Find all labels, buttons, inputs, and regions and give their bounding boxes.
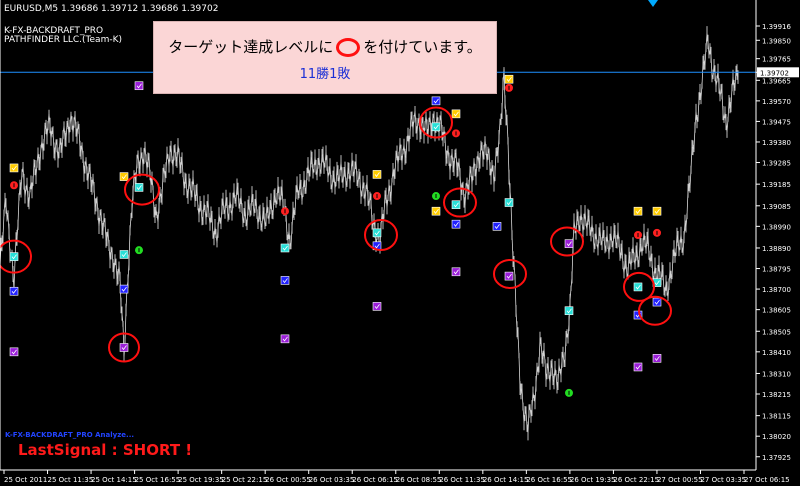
blue-signal-box xyxy=(451,219,461,229)
y-tick-label: 1.38605 xyxy=(762,307,791,315)
x-tick-label: 26 Oct 08:55 xyxy=(396,476,442,484)
x-tick-label: 27 Oct 00:55 xyxy=(657,476,703,484)
y-tick-label: 1.39765 xyxy=(762,56,791,64)
blue-signal-box xyxy=(280,276,290,285)
y-tick-label: 1.38505 xyxy=(762,328,791,336)
circle-sample-icon xyxy=(336,38,361,57)
y-tick-label: 1.38215 xyxy=(762,391,791,399)
x-tick-label: 26 Oct 22:15 xyxy=(613,476,659,484)
y-tick-label: 1.38795 xyxy=(762,266,791,274)
notice-box: ターゲット達成レベルに を付けています。 11勝1敗 xyxy=(153,21,497,94)
y-tick-label: 1.37925 xyxy=(762,454,791,462)
y-tick-label: 1.39665 xyxy=(762,77,791,85)
current-price-label: 1.39702 xyxy=(760,69,789,77)
notice-line1: ターゲット達成レベルに を付けています。 xyxy=(154,36,496,57)
cyan-signal-box xyxy=(451,200,461,210)
y-tick-label: 1.39475 xyxy=(762,118,791,126)
y-tick-label: 1.38310 xyxy=(762,370,791,378)
x-tick-label: 25 Oct 19:35 xyxy=(178,476,224,484)
x-tick-label: 25 Oct 11:35 xyxy=(48,476,94,484)
purple-signal-box xyxy=(564,239,574,248)
purple-signal-box xyxy=(372,302,382,311)
yellow-signal-box xyxy=(431,206,441,216)
purple-signal-box xyxy=(451,267,461,277)
yellow-signal-box xyxy=(633,206,643,216)
cyan-signal-box xyxy=(633,282,643,292)
y-tick-label: 1.39916 xyxy=(762,23,791,31)
cyan-signal-box xyxy=(431,122,441,132)
purple-signal-box xyxy=(9,347,19,357)
y-tick-label: 1.39285 xyxy=(762,160,791,168)
cyan-signal-box xyxy=(372,228,382,238)
yellow-signal-box xyxy=(372,170,382,179)
notice-text-after: を付けています。 xyxy=(363,38,482,56)
yellow-signal-box xyxy=(504,74,514,84)
y-tick-label: 1.38020 xyxy=(762,433,791,441)
x-tick-label: 26 Oct 00:55 xyxy=(265,476,311,484)
shift-marker-icon[interactable] xyxy=(648,0,658,7)
y-tick-label: 1.38990 xyxy=(762,223,791,231)
x-tick-label: 26 Oct 06:15 xyxy=(352,476,398,484)
win-loss-record: 11勝1敗 xyxy=(299,67,351,82)
x-tick-label: 27 Oct 06:15 xyxy=(744,476,790,484)
blue-signal-box xyxy=(652,297,662,307)
y-tick-label: 1.38700 xyxy=(762,286,791,294)
x-tick-label: 25 Oct 16:55 xyxy=(135,476,181,484)
cyan-signal-box xyxy=(134,183,144,192)
yellow-signal-box xyxy=(652,206,662,216)
blue-signal-box xyxy=(492,222,502,231)
blue-signal-box xyxy=(9,286,19,296)
x-tick-label: 26 Oct 03:35 xyxy=(309,476,355,484)
purple-signal-box xyxy=(633,362,643,372)
x-tick-label: 26 Oct 11:35 xyxy=(439,476,485,484)
yellow-signal-box xyxy=(119,172,129,181)
cyan-signal-box xyxy=(119,250,129,259)
y-tick-label: 1.38890 xyxy=(762,245,791,253)
y-tick-label: 1.39085 xyxy=(762,203,791,211)
company-name: PATHFINDER LLC.(Team-K) xyxy=(4,35,123,45)
blue-signal-box xyxy=(119,284,129,294)
purple-signal-box xyxy=(280,334,290,344)
cyan-signal-box xyxy=(280,243,290,253)
x-tick-label: 27 Oct 03:35 xyxy=(700,476,746,484)
yellow-signal-box xyxy=(9,163,19,173)
notice-text-before: ターゲット達成レベルに xyxy=(168,38,334,56)
symbol-header: EURUSD,M5 1.39686 1.39712 1.39686 1.3970… xyxy=(4,4,219,14)
last-signal-label: LastSignal : SHORT ! xyxy=(18,441,193,459)
cyan-signal-box xyxy=(564,306,574,316)
x-tick-label: 25 Oct 2011 xyxy=(4,476,47,484)
x-tick-label: 26 Oct 19:35 xyxy=(570,476,616,484)
yellow-signal-box xyxy=(451,109,461,119)
x-tick-label: 26 Oct 16:55 xyxy=(526,476,572,484)
x-tick-label: 25 Oct 14:15 xyxy=(91,476,137,484)
y-tick-label: 1.39850 xyxy=(762,37,791,45)
y-tick-label: 1.38115 xyxy=(762,413,791,421)
blue-signal-box xyxy=(431,96,441,106)
x-tick-label: 26 Oct 14:15 xyxy=(483,476,529,484)
purple-signal-box xyxy=(504,271,514,281)
purple-signal-box xyxy=(652,354,662,363)
cyan-signal-box xyxy=(504,198,514,207)
y-tick-label: 1.38410 xyxy=(762,349,791,357)
y-tick-label: 1.39570 xyxy=(762,98,791,106)
analyzer-label: K-FX-BACKDRAFT_PRO Analyze... xyxy=(5,431,135,439)
y-tick-label: 1.39185 xyxy=(762,181,791,189)
y-tick-label: 1.39380 xyxy=(762,139,791,147)
cyan-signal-box xyxy=(9,252,19,261)
purple-signal-box xyxy=(119,343,129,352)
purple-signal-box xyxy=(134,81,144,91)
x-tick-label: 25 Oct 22:15 xyxy=(222,476,268,484)
